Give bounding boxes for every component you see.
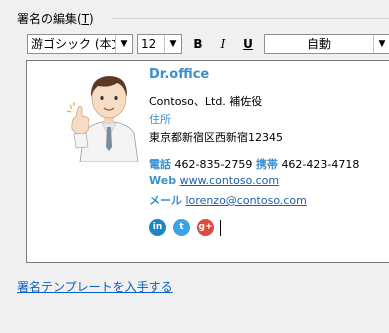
italic-button[interactable]: I [212,34,234,54]
signature-editor[interactable]: Dr.office Contoso、Ltd. 補佐役 住所 東京都新宿区西新宿1… [26,60,389,263]
text-caret [220,220,221,236]
chevron-down-icon[interactable]: ▼ [115,35,132,53]
mail-label: メール [149,194,182,207]
bold-button[interactable]: B [187,34,209,54]
signature-name: Dr.office [149,67,210,82]
section-divider [112,18,389,19]
address-value: 東京都新宿区西新宿12345 [149,131,283,144]
phone-row: 電話 462-835-2759 携帯 462-423-4718 [149,156,359,172]
twitter-icon[interactable]: t [173,219,190,236]
underline-button[interactable]: U [237,34,259,54]
phone-value: 462-835-2759 [174,158,253,171]
chevron-down-icon[interactable]: ▼ [373,35,389,53]
formatting-toolbar: 游ゴシック (本文の ▼ 12 ▼ B I U 自動 ▼ [27,34,389,56]
address-label: 住所 [149,113,171,126]
chevron-down-icon[interactable]: ▼ [164,35,181,53]
get-signature-templates-link[interactable]: 署名テンプレートを入手する [17,278,173,295]
web-row: Web www.contoso.com [149,174,279,187]
mobile-value: 462-423-4718 [281,158,360,171]
avatar [66,76,139,162]
font-size-select[interactable]: 12 ▼ [137,34,182,54]
signature-edit-heading: 署名の編集(T) [17,12,94,26]
font-family-select[interactable]: 游ゴシック (本文の ▼ [27,34,133,54]
font-color-select[interactable]: 自動 ▼ [264,34,389,54]
web-label: Web [149,174,177,187]
googleplus-icon[interactable]: g+ [197,219,214,236]
web-link[interactable]: www.contoso.com [180,174,280,187]
mobile-label: 携帯 [255,158,278,171]
mail-link[interactable]: lorenzo@contoso.com [186,194,307,207]
phone-label: 電話 [149,158,171,171]
linkedin-icon[interactable]: in [149,219,166,236]
mail-row: メール lorenzo@contoso.com [149,192,307,208]
signature-company: Contoso、Ltd. 補佐役 [149,95,263,108]
